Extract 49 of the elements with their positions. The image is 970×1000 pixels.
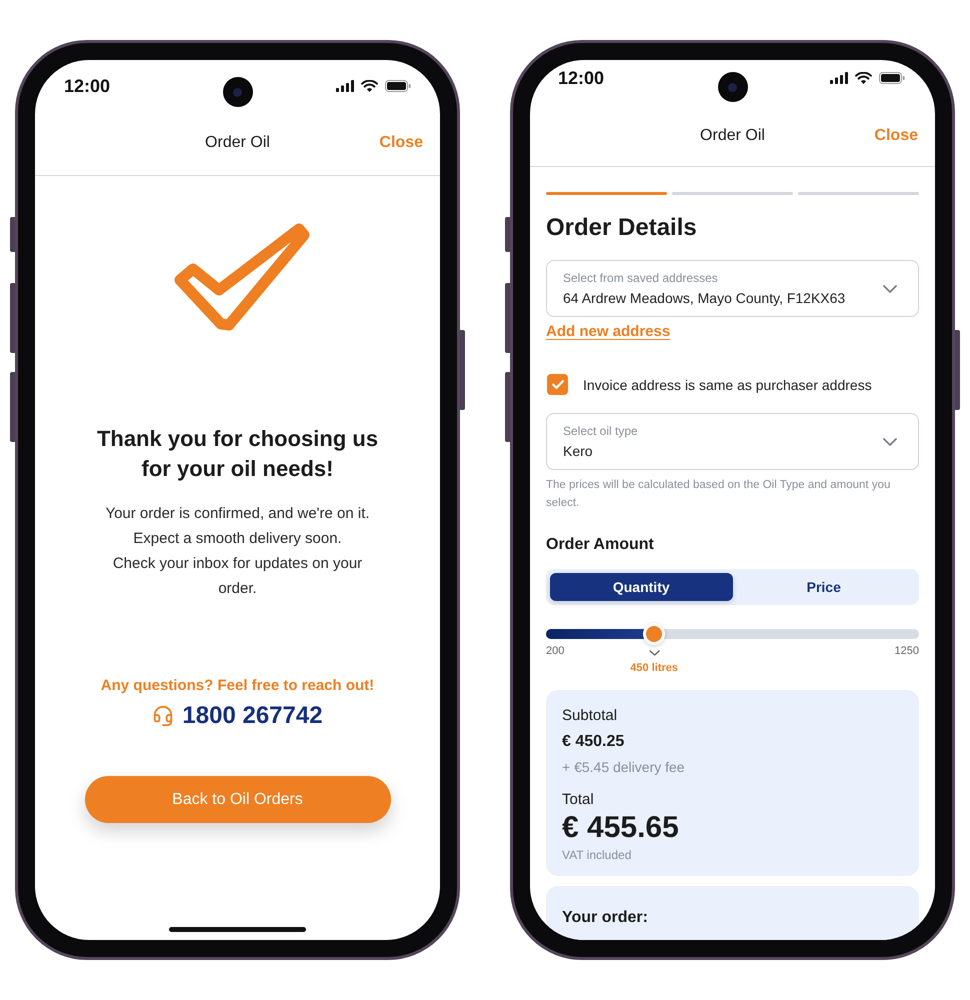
signal-icon xyxy=(336,80,354,92)
wifi-icon xyxy=(855,72,872,84)
slider-thumb[interactable] xyxy=(643,623,666,645)
oil-type-select[interactable]: Select oil type Kero xyxy=(546,413,919,470)
power-button[interactable] xyxy=(955,330,960,410)
camera-icon xyxy=(222,77,252,107)
slider-value-label: 450 litres xyxy=(630,661,678,675)
action-button[interactable] xyxy=(10,217,15,252)
power-button[interactable] xyxy=(460,330,465,410)
slider-max-label: 1250 xyxy=(894,644,919,658)
checkbox-label: Invoice address is same as purchaser address xyxy=(583,376,872,394)
address-select[interactable]: Select from saved addresses 64 Ardrew Meadows, Mayo County, F12KX63 xyxy=(546,260,919,317)
volume-down-button[interactable] xyxy=(10,372,15,442)
screen-title: Order Oil xyxy=(700,126,765,146)
order-card-title: Your order: xyxy=(562,908,649,928)
confirmation-message: Your order is confirmed, and we're on it. Expect a smooth delivery soon. Check your inbox for updates on your order. xyxy=(104,504,371,599)
signal-icon xyxy=(830,72,848,84)
support-prompt: Any questions? Feel free to reach out! xyxy=(100,676,374,696)
subtotal-label: Subtotal xyxy=(562,706,618,726)
volume-up-button[interactable] xyxy=(10,283,15,353)
subtotal-amount: € 450.25 xyxy=(562,732,626,752)
toggle-tab[interactable]: Quantity xyxy=(550,573,732,601)
wifi-icon xyxy=(361,80,378,92)
form-heading: Order Details xyxy=(546,213,698,243)
volume-up-button[interactable] xyxy=(505,283,510,353)
total-amount: € 455.65 xyxy=(562,811,680,845)
screen-title: Order Oil xyxy=(205,132,270,152)
battery-icon xyxy=(879,72,905,84)
action-button[interactable] xyxy=(505,217,510,252)
status-time: 12:00 xyxy=(558,67,604,89)
battery-icon xyxy=(385,80,411,92)
slider-min-label: 200 xyxy=(546,644,564,658)
caret-icon xyxy=(648,650,660,656)
total-label: Total xyxy=(562,790,595,810)
price-hint: The prices will be calculated based on the Oil Type and amount you select. xyxy=(546,478,892,511)
chevron-down-icon xyxy=(883,284,897,292)
camera-icon xyxy=(718,72,748,102)
delivery-fee: + €5.45 delivery fee xyxy=(562,758,686,777)
toggle-tab[interactable]: Price xyxy=(732,573,915,601)
headset-icon xyxy=(152,705,174,727)
phone-number-link[interactable]: 1800 267742 xyxy=(182,701,323,731)
volume-down-button[interactable] xyxy=(505,372,510,442)
tick-icon xyxy=(552,380,564,389)
vat-note: VAT included xyxy=(562,847,632,863)
section-heading: Order Amount xyxy=(546,535,655,555)
chevron-down-icon xyxy=(883,438,897,446)
thank-you-heading: Thank you for choosing us for your oil needs! xyxy=(96,425,380,483)
status-time: 12:00 xyxy=(64,75,110,97)
invoice-checkbox[interactable] xyxy=(547,374,568,395)
